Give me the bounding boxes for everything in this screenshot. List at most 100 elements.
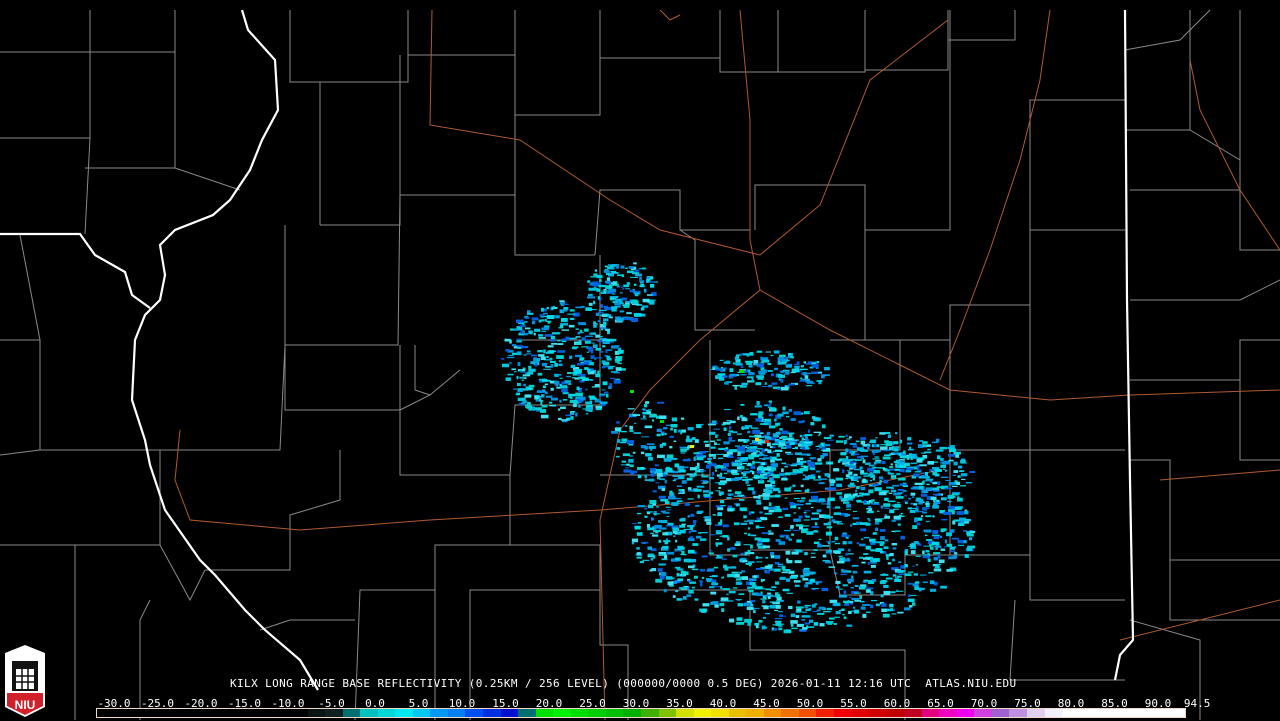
echo-pixel: [541, 362, 548, 367]
echo-pixel: [652, 503, 656, 506]
echo-pixel: [951, 493, 959, 496]
echo-pixel: [542, 385, 547, 389]
echo-pixel: [856, 495, 860, 498]
echo-pixel: [779, 534, 788, 537]
echo-pixel: [845, 456, 849, 459]
echo-pixel: [843, 442, 847, 445]
echo-pixel: [640, 445, 646, 449]
echo-pixel: [796, 361, 800, 366]
echo-pixel: [913, 573, 919, 576]
echo-pixel: [538, 334, 543, 337]
colorbar-swatch: [1079, 709, 1098, 717]
echo-pixel: [624, 467, 629, 469]
echo-pixel: [636, 512, 642, 515]
echo-pixel: [672, 527, 680, 532]
echo-pixel: [863, 553, 869, 555]
echo-pixel: [655, 532, 659, 534]
echo-pixel: [768, 384, 773, 388]
echo-pixel: [821, 424, 826, 429]
echo-pixel: [940, 497, 947, 501]
echo-pixel: [914, 471, 921, 473]
echo-pixel: [646, 523, 651, 528]
echo-pixel: [917, 543, 922, 546]
echo-pixel: [804, 442, 812, 444]
echo-pixel: [740, 457, 748, 461]
echo-pixel: [768, 413, 773, 417]
echo-pixel: [702, 603, 710, 607]
echo-pixel: [747, 533, 751, 536]
echo-pixel: [818, 606, 825, 610]
echo-pixel: [810, 467, 816, 471]
echo-pixel: [650, 472, 655, 477]
echo-pixel: [708, 476, 715, 480]
echo-pixel: [614, 303, 622, 306]
echo-pixel: [659, 575, 665, 580]
echo-pixel: [827, 497, 835, 502]
echo-pixel: [727, 509, 734, 512]
echo-pixel: [547, 345, 554, 348]
echo-pixel: [681, 575, 684, 577]
echo-pixel: [519, 376, 525, 379]
echo-pixel: [541, 307, 544, 312]
echo-pixel: [845, 552, 848, 556]
echo-pixel: [834, 551, 841, 554]
echo-pixel: [862, 459, 866, 464]
echo-pixel: [828, 566, 836, 568]
echo-pixel: [632, 272, 639, 275]
echo-pixel: [870, 549, 877, 552]
echo-pixel: [714, 586, 721, 588]
echo-pixel: [959, 470, 965, 473]
echo-pixel: [753, 359, 759, 364]
echo-pixel: [788, 408, 792, 412]
echo-pixel: [892, 547, 896, 550]
colorbar-swatch: [518, 709, 536, 717]
echo-pixel: [540, 414, 549, 419]
echo-pixel: [700, 479, 708, 482]
echo-pixel: [550, 397, 558, 401]
echo-pixel: [556, 355, 564, 359]
echo-pixel: [729, 376, 734, 379]
echo-pixel: [796, 623, 804, 627]
echo-pixel: [811, 512, 820, 515]
echo-pixel: [947, 505, 955, 509]
echo-pixel: [865, 611, 871, 614]
echo-pixel: [741, 382, 748, 386]
echo-pixel: [751, 442, 757, 445]
echo-pixel: [883, 584, 889, 588]
echo-pixel: [652, 299, 656, 301]
echo-pixel: [941, 518, 948, 521]
echo-pixel: [570, 364, 576, 368]
echo-pixel: [716, 375, 720, 377]
echo-pixel: [592, 281, 599, 285]
echo-pixel: [747, 430, 751, 434]
echo-pixel: [680, 448, 687, 452]
echo-pixel: [751, 511, 755, 514]
echo-pixel: [918, 587, 925, 590]
echo-pixel: [688, 530, 692, 534]
echo-pixel: [770, 354, 774, 357]
echo-pixel: [587, 296, 595, 299]
echo-pixel: [585, 307, 592, 311]
echo-pixel: [916, 464, 920, 469]
echo-pixel: [819, 432, 822, 435]
echo-pixel: [852, 445, 858, 448]
echo-pixel: [637, 522, 642, 524]
echo-pixel: [907, 507, 913, 510]
echo-pixel: [785, 364, 792, 368]
echo-pixel: [800, 453, 808, 456]
echo-pixel: [896, 473, 901, 476]
echo-pixel: [738, 477, 742, 480]
echo-pixel: [572, 346, 579, 349]
echo-pixel: [778, 374, 785, 378]
echo-pixel: [756, 363, 765, 368]
echo-pixel: [845, 448, 849, 453]
echo-pixel: [685, 438, 693, 443]
echo-pixel: [741, 576, 749, 580]
echo-pixel: [801, 497, 806, 500]
echo-pixel: [744, 439, 750, 442]
echo-pixel: [812, 589, 816, 591]
echo-pixel: [734, 491, 742, 495]
echo-pixel: [819, 445, 822, 449]
echo-pixel: [819, 478, 827, 480]
echo-pixel: [935, 449, 944, 452]
